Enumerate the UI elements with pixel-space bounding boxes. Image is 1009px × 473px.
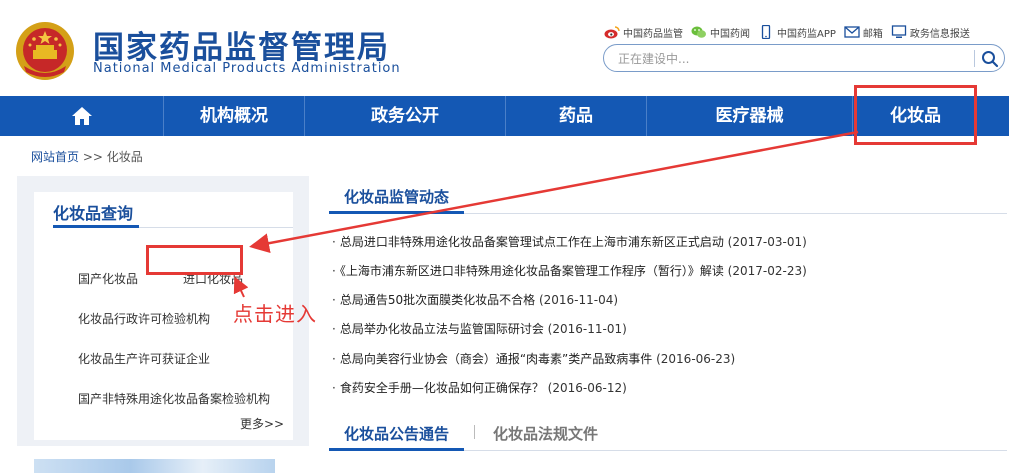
dynamics-section-title: 化妆品监管动态 (344, 188, 450, 206)
top-link-report[interactable]: 政务信息报送 (891, 25, 970, 40)
bullet: · (332, 352, 336, 366)
bullet: · (332, 381, 336, 395)
query-panel-title-underline (53, 225, 139, 228)
query-link-filing-testing[interactable]: 国产非特殊用途化妆品备案检验机构 (78, 390, 270, 407)
notice-title-underline (329, 448, 464, 451)
breadcrumb-home-link[interactable]: 网站首页 (31, 150, 79, 164)
query-link-production-license[interactable]: 化妆品生产许可获证企业 (78, 350, 210, 367)
top-link-label: 政务信息报送 (909, 28, 970, 40)
top-link-label: 中国药闻 (710, 28, 750, 40)
top-links: 中国药品监管 中国药闻 中国药监APP 邮箱 政务信息报送 (604, 24, 970, 40)
news-item[interactable]: · 《上海市浦东新区进口非特殊用途化妆品备案管理工作程序（暂行）》解读 (2017… (332, 262, 807, 279)
clipped-list-item (332, 466, 632, 473)
query-link-license-testing[interactable]: 化妆品行政许可检验机构 (78, 310, 210, 327)
dynamics-title-underline (329, 211, 464, 214)
monitor-icon (891, 25, 907, 38)
tab-notice[interactable]: 化妆品公告通告 (344, 423, 449, 444)
phone-icon (761, 25, 771, 39)
home-icon (71, 107, 92, 125)
top-link-wechat[interactable]: 中国药闻 (691, 25, 750, 40)
search-divider (974, 50, 975, 67)
sidebar-banner-image[interactable] (34, 459, 275, 473)
nav-item-drugs[interactable]: 药品 (506, 96, 646, 136)
news-item[interactable]: · 总局举办化妆品立法与监管国际研讨会 (2016-11-01) (332, 320, 627, 337)
bullet: · (332, 264, 336, 278)
site-title-en: National Medical Products Administration (93, 61, 401, 76)
news-date: (2016-06-23) (656, 352, 736, 366)
mail-icon (844, 26, 860, 38)
tab-regulations[interactable]: 化妆品法规文件 (493, 423, 598, 444)
header: 国家药品监督管理局 National Medical Products Admi… (0, 0, 1009, 96)
news-date: (2016-11-04) (538, 293, 619, 307)
breadcrumb-current: 化妆品 (106, 150, 143, 164)
bullet: · (332, 293, 336, 307)
news-item[interactable]: · 食药安全手册—化妆品如何正确保存？ (2016-06-12) (332, 379, 627, 396)
search-input[interactable] (618, 50, 968, 67)
highlight-box-imported-link (146, 245, 243, 275)
news-item[interactable]: · 总局向美容行业协会（商会）通报“肉毒素”类产品致病事件 (2016-06-23… (332, 350, 735, 367)
news-title: 总局举办化妆品立法与监管国际研讨会 (339, 322, 544, 336)
top-link-label: 中国药品监管 (623, 28, 683, 40)
nav-item-institution[interactable]: 机构概况 (164, 96, 304, 136)
news-title: 《上海市浦东新区进口非特殊用途化妆品备案管理工作程序（暂行）》解读 (339, 264, 724, 278)
news-title: 食药安全手册—化妆品如何正确保存？ (339, 381, 544, 395)
news-item[interactable]: · 总局进口非特殊用途化妆品备案管理试点工作在上海市浦东新区正式启动 (2017-… (332, 233, 807, 250)
bullet: · (332, 322, 336, 336)
news-item[interactable]: · 总局通告50批次面膜类化妆品不合格 (2016-11-04) (332, 291, 618, 308)
page: 国家药品监督管理局 National Medical Products Admi… (0, 0, 1009, 473)
highlight-box-cosmetics-nav (854, 85, 977, 145)
breadcrumb-separator: >> (82, 150, 103, 164)
query-panel-title: 化妆品查询 (53, 204, 134, 223)
weibo-icon (604, 26, 620, 39)
top-link-app[interactable]: 中国药监APP (758, 25, 836, 40)
news-title: 总局通告50批次面膜类化妆品不合格 (339, 293, 536, 307)
search-icon[interactable] (980, 49, 1000, 69)
tab-separator (474, 425, 475, 439)
news-date: (2017-02-23) (727, 264, 807, 278)
news-date: (2016-06-12) (547, 381, 627, 395)
wechat-icon (691, 26, 706, 38)
top-link-label: 中国药监APP (777, 28, 836, 40)
more-link[interactable]: 更多>> (240, 415, 284, 432)
news-title: 总局进口非特殊用途化妆品备案管理试点工作在上海市浦东新区正式启动 (339, 235, 724, 249)
bullet: · (332, 235, 336, 249)
breadcrumb: 网站首页 >> 化妆品 (31, 148, 143, 165)
news-date: (2016-11-01) (547, 322, 627, 336)
nav-home[interactable] (0, 96, 163, 136)
news-title: 总局向美容行业协会（商会）通报“肉毒素”类产品致病事件 (339, 352, 653, 366)
nav-item-government-affairs[interactable]: 政务公开 (305, 96, 505, 136)
query-link-domestic[interactable]: 国产化妆品 (78, 270, 138, 287)
national-emblem-icon (16, 22, 74, 80)
top-link-weibo[interactable]: 中国药品监管 (604, 25, 683, 40)
top-link-mail[interactable]: 邮箱 (844, 25, 883, 40)
news-date: (2017-03-01) (727, 235, 807, 249)
nav-item-medical-devices[interactable]: 医疗器械 (647, 96, 852, 136)
annotation-text: 点击进入 (233, 302, 317, 326)
top-link-label: 邮箱 (862, 28, 883, 40)
search-box (603, 44, 1005, 72)
